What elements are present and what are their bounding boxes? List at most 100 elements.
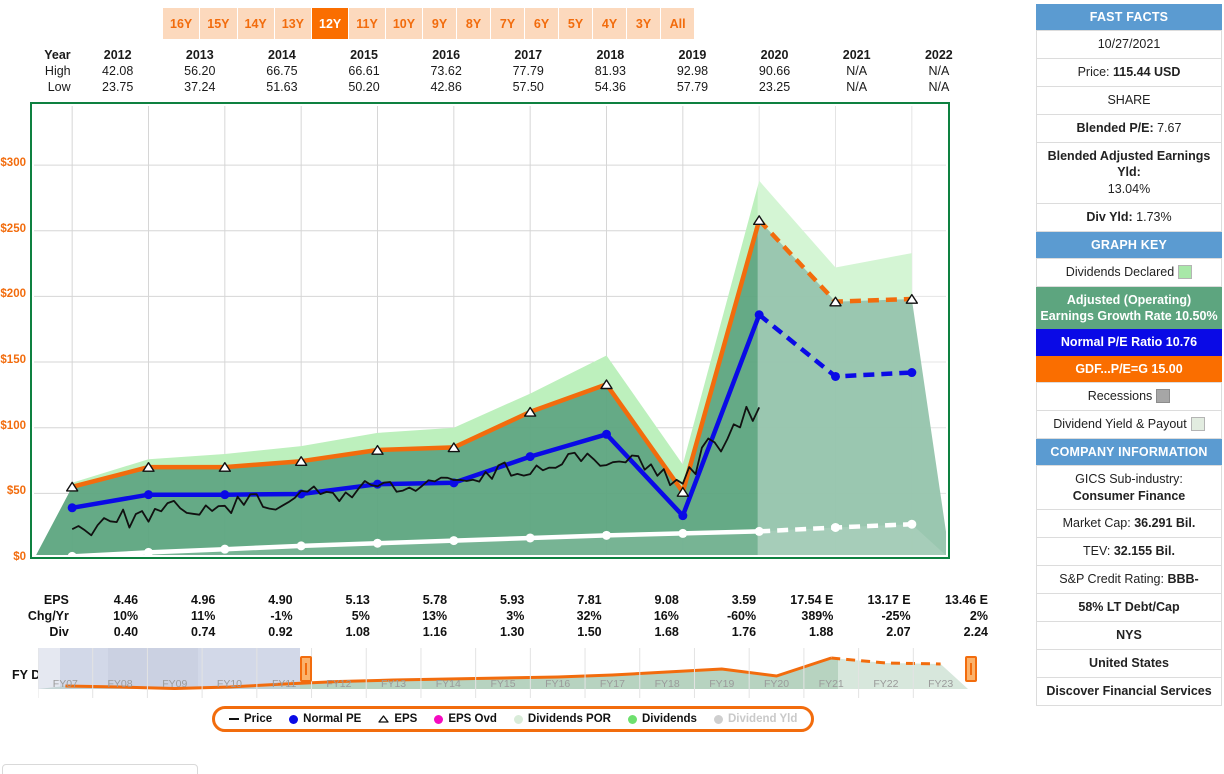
cell-year-2018: 2018 [596,48,625,62]
cell-chg-12-17: 3% [506,609,525,623]
row-label-chg: Chg/Yr [27,609,69,623]
cell-year-2014: 2014 [268,48,296,62]
credit-rating-label: S&P Credit Rating: [1059,572,1168,587]
range-button-10y[interactable]: 10Y [385,8,423,39]
legend-item-dividends-por[interactable]: Dividends POR [513,713,611,725]
legend-label: EPS [394,713,418,725]
cell-chg-12-20: -60% [726,609,757,623]
range-button-8y[interactable]: 8Y [457,8,491,39]
table-row-chg: Chg/Yr 10% 11% -1% 5% 13% 3% 32% 16% -60% 389% -25… [0,608,1000,624]
legend-label: EPS Ovd [448,713,497,725]
y-axis-label-250: $250 [0,222,26,235]
eps-ovd-dot [434,714,444,724]
range-button-5y[interactable]: 5Y [559,8,593,39]
cell-div-12-22: 2.07 [886,625,911,639]
legend-item-eps[interactable]: EPS [378,713,417,725]
cell-chg-12-15: 5% [351,609,370,623]
svg-text:FY08: FY08 [108,678,133,690]
cell-year-2021: 2021 [842,48,871,62]
navigator-handle-left[interactable] [300,656,312,682]
div-yield-value: 1.73% [1136,210,1172,225]
cell-chg-12-13: 11% [191,609,216,623]
company-credit-rating: S&P Credit Rating: BBB- [1036,566,1222,594]
range-button-11y[interactable]: 11Y [349,8,385,39]
cell-eps-12-19: 9.08 [654,593,679,607]
range-button-16y[interactable]: 16Y [163,8,200,39]
cell-chg-12-22: -25% [881,609,911,623]
cell-chg-12-19: 16% [653,609,679,623]
cell-div-12-19: 1.68 [654,625,679,639]
cell-low-2018: 54.36 [594,80,626,94]
company-debt-cap: 58% LT Debt/Cap [1036,594,1222,622]
table-row-low: Low 23.75 37.24 51.63 50.20 42.86 57.50 54.36 5… [0,79,980,95]
legend-item-dividends[interactable]: Dividends [627,713,697,725]
legend-label: Dividends POR [527,713,611,725]
legend-item-dividend-yld[interactable]: Dividend Yld [713,713,798,725]
dividend-yld-dot [713,714,723,724]
range-button-4y[interactable]: 4Y [593,8,627,39]
legend-item-eps-ovd[interactable]: EPS Ovd [434,713,497,725]
stock-analysis-chart-page: 16Y 15Y 14Y 13Y 12Y 11Y 10Y 9Y 8Y 7Y 6Y 5Y 4Y 3Y All Y… [0,0,1224,774]
table-row-high: High 42.08 56.20 66.75 66.61 73.62 77.79 81.93… [0,63,980,79]
svg-text:FY23: FY23 [928,678,953,690]
table-row-div: Div 0.40 0.74 0.92 1.08 1.16 1.30 1.50 1.68 1.76… [0,624,1000,640]
svg-text:FY22: FY22 [873,678,898,690]
fast-facts-share: SHARE [1036,86,1222,115]
range-button-12y[interactable]: 12Y [312,8,349,39]
legend-label: Dividend Yld [727,713,798,725]
range-button-15y[interactable]: 15Y [200,8,237,39]
year-range-selector[interactable]: 16Y 15Y 14Y 13Y 12Y 11Y 10Y 9Y 8Y 7Y 6Y 5Y 4Y 3Y All [163,8,695,39]
graph-key-normal-pe: Normal P/E Ratio 10.76 [1036,329,1222,356]
normal-pe-dot [289,714,299,724]
cell-div-12-14: 0.92 [268,625,293,639]
cell-year-2017: 2017 [514,48,543,62]
recessions-swatch-icon [1156,388,1171,403]
graph-key-earnings-growth: Adjusted (Operating) Earnings Growth Rat… [1036,286,1222,330]
main-chart-panel: 16Y 15Y 14Y 13Y 12Y 11Y 10Y 9Y 8Y 7Y 6Y 5Y 4Y 3Y All Y… [0,0,1030,774]
chart-range-navigator[interactable]: FY07 FY08 FY09 FY10 FY11 FY12 FY13 FY14 FY15 FY16… [38,648,977,698]
company-gics: GICS Sub-industry: Consumer Finance [1036,464,1222,511]
graph-key-gdf-pe: GDF...P/E=G 15.00 [1036,355,1222,382]
cell-div-12-15: 1.08 [345,625,370,639]
navigator-handle-right[interactable] [965,656,977,682]
range-button-13y[interactable]: 13Y [274,8,311,39]
cell-div-12-13: 0.74 [191,625,216,639]
svg-text:FY10: FY10 [217,678,242,690]
range-button-3y[interactable]: 3Y [627,8,661,39]
fast-facts-div-yield: Div Yld: 1.73% [1036,204,1222,232]
cell-eps-12-23: 13.46 E [944,593,988,607]
range-button-9y[interactable]: 9Y [423,8,457,39]
svg-text:FY09: FY09 [162,678,187,690]
cell-low-2017: 57.50 [512,80,544,94]
debt-cap-value: 58% LT Debt/Cap [1078,600,1180,614]
legend-item-normal-pe[interactable]: Normal PE [289,713,361,725]
svg-text:FY16: FY16 [545,678,570,690]
fast-facts-price: Price: 115.44 USD [1036,58,1222,87]
price-earnings-chart: $0$50$100$150$200$250$300 FY Date 12/121… [0,100,1000,682]
cell-div-12-12: 0.40 [113,625,139,639]
cell-high-2017: 77.79 [512,64,544,78]
svg-text:FY14: FY14 [436,678,461,690]
row-label-eps: EPS [43,593,69,607]
cell-low-2012: 23.75 [102,80,134,94]
cell-low-2021: N/A [846,80,868,94]
cell-chg-12-23: 2% [969,609,988,623]
fast-facts-header: FAST FACTS [1036,4,1222,30]
y-axis-label-200: $200 [0,288,26,301]
legend-label: Normal PE [303,713,362,725]
navigator-svg[interactable]: FY07 FY08 FY09 FY10 FY11 FY12 FY13 FY14 FY15 FY16… [38,648,968,698]
info-sidebar: FAST FACTS 10/27/2021 Price: 115.44 USD … [1036,4,1222,706]
blended-yield-label: Blended Adjusted Earnings Yld: [1047,148,1211,180]
svg-text:FY20: FY20 [764,678,789,690]
range-button-6y[interactable]: 6Y [525,8,559,39]
legend-item-price[interactable]: Price [229,713,272,725]
chart-legend[interactable]: Price Normal PE EPS EPS Ovd Dividends POR Div… [212,706,815,732]
svg-text:FY17: FY17 [600,678,625,690]
cell-low-2020: 23.25 [758,80,791,94]
cell-low-2019: 57.79 [676,80,709,94]
range-button-7y[interactable]: 7Y [491,8,525,39]
range-button-all[interactable]: All [661,8,695,39]
cell-div-12-20: 1.76 [731,625,757,639]
range-button-14y[interactable]: 14Y [237,8,274,39]
cell-chg-12-14: -1% [270,609,293,623]
